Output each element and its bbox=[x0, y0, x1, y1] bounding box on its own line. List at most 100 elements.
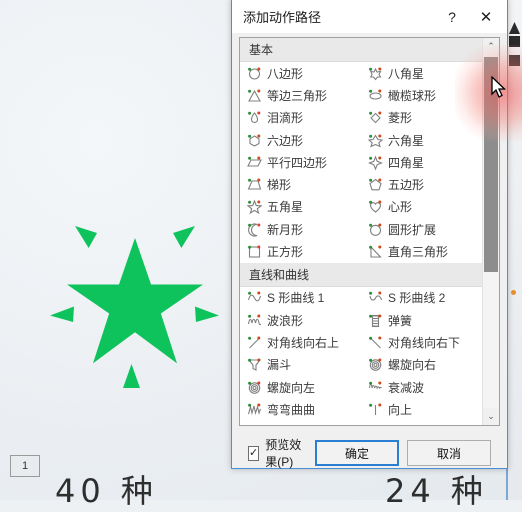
sparkle-icon bbox=[123, 364, 140, 388]
motion-path-item[interactable]: 向上 bbox=[361, 398, 482, 420]
help-icon[interactable]: ? bbox=[435, 2, 469, 32]
dialog-body: 基本 八边形 八角星 等边三角形 橄榄球形 泪滴形 菱形 六边形 六角星 平行四… bbox=[232, 33, 507, 470]
right-triangle-path-icon bbox=[368, 244, 383, 259]
motion-path-item[interactable]: 四角星 bbox=[361, 151, 482, 173]
wave-path-icon bbox=[247, 313, 262, 328]
six-point-star-path-icon bbox=[368, 133, 383, 148]
motion-path-item[interactable]: 漏斗 bbox=[240, 354, 361, 376]
motion-path-item[interactable]: 梯形 bbox=[240, 173, 361, 195]
motion-path-label: 向上 bbox=[388, 402, 413, 417]
crescent-moon-path-icon bbox=[247, 222, 262, 237]
motion-path-item[interactable]: 等边三角形 bbox=[240, 84, 361, 106]
motion-path-label: 弯弯曲曲 bbox=[267, 402, 316, 417]
motion-path-item[interactable]: 螺旋向右 bbox=[361, 354, 482, 376]
dialog-footer: ✓ 预览效果(P) 确定 取消 bbox=[239, 426, 500, 470]
motion-path-item[interactable]: 六边形 bbox=[240, 129, 361, 151]
sparkle-icon bbox=[75, 226, 97, 248]
scrollbar-thumb[interactable] bbox=[484, 57, 498, 272]
sparkle-icon bbox=[50, 306, 74, 322]
motion-path-label: 衰减波 bbox=[388, 380, 425, 395]
hexagon-path-icon bbox=[247, 133, 262, 148]
slide-text-right: 24 种 bbox=[385, 472, 488, 510]
checkbox-check-icon[interactable]: ✓ bbox=[248, 445, 260, 461]
motion-path-label: 六边形 bbox=[267, 133, 304, 148]
motion-path-label: 四角星 bbox=[388, 155, 425, 170]
motion-path-item[interactable]: 正方形 bbox=[240, 240, 361, 262]
close-icon[interactable]: ✕ bbox=[469, 2, 503, 32]
trapezoid-path-icon bbox=[247, 177, 262, 192]
diagonal-down-right-path-icon bbox=[368, 335, 383, 350]
motion-path-list: 基本 八边形 八角星 等边三角形 橄榄球形 泪滴形 菱形 六边形 六角星 平行四… bbox=[240, 38, 482, 425]
pentagon-path-icon bbox=[368, 177, 383, 192]
dialog-titlebar: 添加动作路径 ? ✕ bbox=[232, 0, 507, 33]
parallelogram-path-icon bbox=[247, 155, 262, 170]
motion-path-item[interactable]: 八角星 bbox=[361, 62, 482, 84]
motion-path-label: 平行四边形 bbox=[267, 155, 328, 170]
diamond-path-icon bbox=[368, 110, 383, 125]
motion-path-label: 五角星 bbox=[267, 200, 304, 215]
scroll-up-icon[interactable]: ⌃ bbox=[483, 38, 499, 55]
motion-path-item[interactable]: 螺旋向左 bbox=[240, 376, 361, 398]
orange-marker-icon bbox=[511, 290, 516, 295]
motion-path-item[interactable]: S 形曲线 1 bbox=[240, 287, 361, 309]
motion-path-item[interactable]: 波浪形 bbox=[240, 309, 361, 331]
right-panel-strip bbox=[508, 0, 522, 500]
scroll-down-icon[interactable]: ⌄ bbox=[483, 408, 499, 425]
motion-path-item[interactable]: 六角星 bbox=[361, 129, 482, 151]
motion-path-item[interactable]: 弯弯曲曲 bbox=[240, 398, 361, 420]
motion-path-label: 漏斗 bbox=[267, 358, 292, 373]
motion-path-label: 波浪形 bbox=[267, 313, 304, 328]
square-path-icon bbox=[247, 244, 262, 259]
motion-path-item[interactable]: 对角线向右上 bbox=[240, 331, 361, 353]
motion-path-item[interactable]: 心形 bbox=[361, 196, 482, 218]
sparkle-icon bbox=[195, 306, 219, 322]
motion-path-listbox[interactable]: 基本 八边形 八角星 等边三角形 橄榄球形 泪滴形 菱形 六边形 六角星 平行四… bbox=[239, 37, 500, 426]
circle-expand-path-icon bbox=[368, 222, 383, 237]
dialog-title: 添加动作路径 bbox=[243, 10, 322, 25]
preview-effect-checkbox[interactable]: ✓ 预览效果(P) bbox=[248, 436, 307, 470]
add-motion-path-dialog: 添加动作路径 ? ✕ 基本 八边形 八角星 等边三角形 橄榄球形 泪滴形 菱形 … bbox=[231, 0, 508, 469]
motion-path-label: 心形 bbox=[388, 200, 413, 215]
motion-path-item[interactable]: 八边形 bbox=[240, 62, 361, 84]
motion-path-item[interactable]: 橄榄球形 bbox=[361, 84, 482, 106]
motion-path-item[interactable]: 新月形 bbox=[240, 218, 361, 240]
motion-path-item[interactable]: 五边形 bbox=[361, 173, 482, 195]
motion-path-item[interactable]: 泪滴形 bbox=[240, 107, 361, 129]
cancel-button[interactable]: 取消 bbox=[407, 440, 491, 466]
motion-path-item[interactable]: 直角三角形 bbox=[361, 240, 482, 262]
s-curve-2-path-icon bbox=[368, 290, 383, 305]
spiral-right-path-icon bbox=[368, 357, 383, 372]
motion-path-grid: S 形曲线 1 S 形曲线 2 波浪形 弹簧 对角线向右上 对角线向右下 漏斗 … bbox=[240, 287, 482, 421]
motion-path-item[interactable]: 对角线向右下 bbox=[361, 331, 482, 353]
star-graphic bbox=[45, 216, 225, 446]
ok-button[interactable]: 确定 bbox=[315, 440, 399, 466]
diagonal-up-right-path-icon bbox=[247, 335, 262, 350]
teardrop-path-icon bbox=[247, 110, 262, 125]
motion-path-label: 五边形 bbox=[388, 178, 425, 193]
funnel-path-icon bbox=[247, 357, 262, 372]
motion-path-item[interactable]: 菱形 bbox=[361, 107, 482, 129]
motion-path-item[interactable]: 弹簧 bbox=[361, 309, 482, 331]
motion-path-item[interactable]: 衰减波 bbox=[361, 376, 482, 398]
slide-text-left: 40 种 bbox=[55, 472, 158, 510]
motion-path-label: 八边形 bbox=[267, 66, 304, 81]
eight-point-star-path-icon bbox=[368, 66, 383, 81]
motion-path-item[interactable]: S 形曲线 2 bbox=[361, 287, 482, 309]
list-scrollbar[interactable]: ⌃ ⌄ bbox=[482, 38, 499, 425]
up-path-icon bbox=[368, 402, 383, 417]
motion-path-item[interactable]: 五角星 bbox=[240, 196, 361, 218]
spring-path-icon bbox=[368, 313, 383, 328]
motion-path-label: 螺旋向左 bbox=[267, 380, 316, 395]
motion-path-label: 圆形扩展 bbox=[388, 222, 437, 237]
motion-path-label: 八角星 bbox=[388, 66, 425, 81]
motion-path-item[interactable]: 平行四边形 bbox=[240, 151, 361, 173]
motion-path-label: 橄榄球形 bbox=[388, 88, 437, 103]
decaying-wave-path-icon bbox=[368, 380, 383, 395]
motion-path-label: 新月形 bbox=[267, 222, 304, 237]
square-glyph-icon bbox=[509, 55, 520, 66]
motion-path-label: 正方形 bbox=[267, 245, 304, 260]
motion-path-label: 螺旋向右 bbox=[388, 358, 437, 373]
heart-path-icon bbox=[368, 199, 383, 214]
football-path-icon bbox=[368, 88, 383, 103]
motion-path-item[interactable]: 圆形扩展 bbox=[361, 218, 482, 240]
